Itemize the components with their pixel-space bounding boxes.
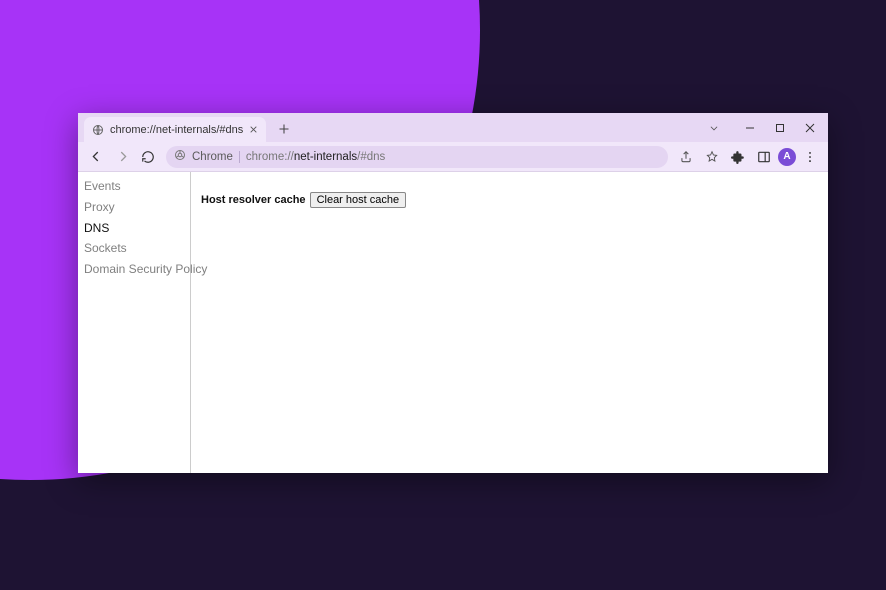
scheme-chip: Chrome (192, 151, 240, 163)
toolbar-right-icons: A (674, 145, 822, 169)
share-icon[interactable] (674, 145, 698, 169)
window-close-button[interactable] (796, 117, 824, 139)
desktop-background: chrome://net-internals/#dns (0, 0, 886, 590)
browser-tab[interactable]: chrome://net-internals/#dns (84, 117, 266, 142)
tab-search-button[interactable] (700, 117, 728, 139)
profile-avatar[interactable]: A (778, 148, 796, 166)
chrome-scheme-icon (174, 149, 186, 164)
sidebar-item-sockets[interactable]: Sockets (84, 238, 190, 259)
sidebar-item-proxy[interactable]: Proxy (84, 197, 190, 218)
host-resolver-label: Host resolver cache (201, 194, 306, 206)
main-panel: Host resolver cache Clear host cache (191, 172, 828, 473)
url-text: chrome://net-internals/#dns (246, 151, 385, 163)
sidebar: Events Proxy DNS Sockets Domain Security… (78, 172, 191, 473)
nav-forward-button[interactable] (110, 145, 134, 169)
extensions-icon[interactable] (726, 145, 750, 169)
tab-title: chrome://net-internals/#dns (110, 124, 243, 136)
bookmark-star-icon[interactable] (700, 145, 724, 169)
browser-toolbar: Chrome chrome://net-internals/#dns (78, 142, 828, 172)
window-maximize-button[interactable] (766, 117, 794, 139)
tab-close-icon[interactable] (249, 123, 258, 137)
nav-back-button[interactable] (84, 145, 108, 169)
browser-window: chrome://net-internals/#dns (78, 113, 828, 473)
nav-reload-button[interactable] (136, 145, 160, 169)
host-resolver-row: Host resolver cache Clear host cache (201, 192, 828, 208)
sidebar-item-domain-security-policy[interactable]: Domain Security Policy (84, 259, 190, 280)
sidebar-item-dns[interactable]: DNS (84, 218, 190, 239)
clear-host-cache-button[interactable]: Clear host cache (310, 192, 407, 208)
globe-icon (92, 124, 104, 136)
address-bar[interactable]: Chrome chrome://net-internals/#dns (166, 146, 668, 168)
window-controls (700, 113, 824, 142)
new-tab-button[interactable] (272, 117, 296, 141)
page-content: Events Proxy DNS Sockets Domain Security… (78, 172, 828, 473)
menu-kebab-icon[interactable] (798, 145, 822, 169)
tab-strip: chrome://net-internals/#dns (78, 113, 828, 142)
side-panel-icon[interactable] (752, 145, 776, 169)
window-minimize-button[interactable] (736, 117, 764, 139)
sidebar-item-events[interactable]: Events (84, 176, 190, 197)
